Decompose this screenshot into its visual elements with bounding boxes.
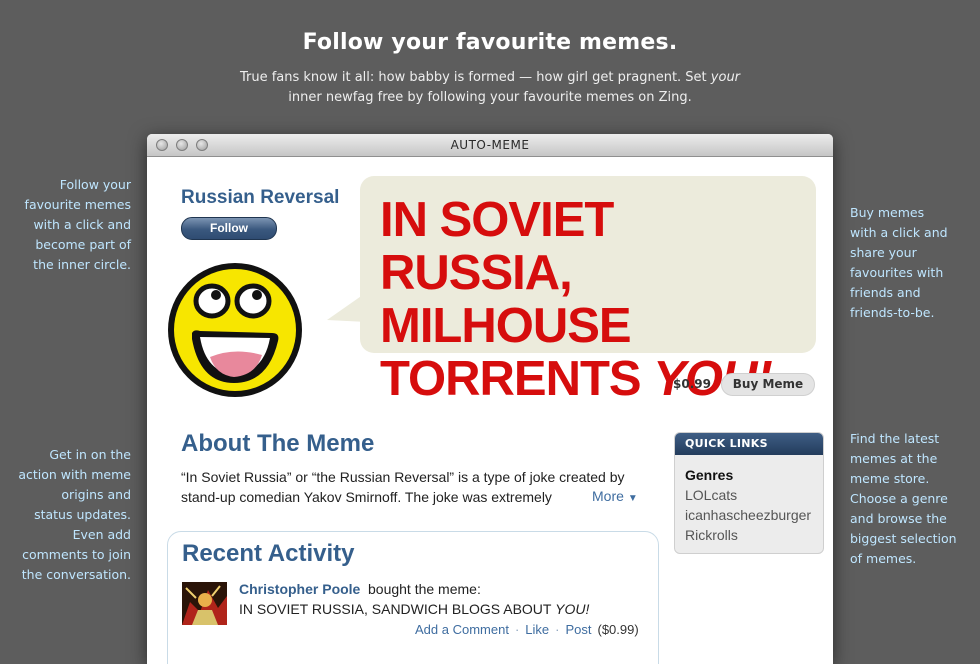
meme-price: $0.99 xyxy=(673,377,711,391)
separator-dot: · xyxy=(555,622,560,637)
buy-meme-button[interactable]: Buy Meme xyxy=(721,373,815,396)
note-line: origins and xyxy=(61,487,131,502)
genre-link-rickrolls[interactable]: Rickrolls xyxy=(685,527,738,543)
about-heading: About The Meme xyxy=(181,430,375,457)
note-line: Follow your xyxy=(59,177,131,192)
note-line: with a click and xyxy=(33,217,131,232)
note-line: biggest selection xyxy=(850,531,957,546)
side-note-buy: Buy memes with a click and share your fa… xyxy=(850,203,948,323)
note-line: share your xyxy=(850,245,917,260)
side-note-follow: Follow your favourite memes with a click… xyxy=(25,175,131,275)
note-line: status updates. xyxy=(34,507,131,522)
follow-button[interactable]: Follow xyxy=(181,217,277,240)
side-note-action: Get in on the action with meme origins a… xyxy=(18,445,131,585)
more-link[interactable]: More ▼ xyxy=(592,488,638,504)
note-line: and browse the xyxy=(850,511,947,526)
side-note-latest: Find the latest memes at the meme store.… xyxy=(850,429,957,569)
note-line: Choose a genre xyxy=(850,491,948,506)
window-titlebar[interactable]: AUTO-MEME xyxy=(147,134,833,157)
like-link[interactable]: Like xyxy=(525,622,549,637)
quick-links-header: QUICK LINKS xyxy=(675,433,823,455)
activity-price: ($0.99) xyxy=(597,622,639,637)
note-line: favourite memes xyxy=(24,197,131,212)
note-line: of memes. xyxy=(850,551,917,566)
caption-line: IN SOVIET RUSSIA, xyxy=(380,193,614,300)
note-line: comments to join xyxy=(22,547,131,562)
quick-links-panel: QUICK LINKS Genres LOLcats icanhascheezb… xyxy=(674,432,824,554)
window-title: AUTO-MEME xyxy=(450,138,530,152)
page-subtitle: True fans know it all: how babby is form… xyxy=(200,68,780,108)
activity-meme-text: IN SOVIET RUSSIA, SANDWICH BLOGS ABOUT xyxy=(239,601,556,617)
activity-heading: Recent Activity xyxy=(182,540,355,567)
note-line: favourites with xyxy=(850,265,944,280)
activity-meme-title: IN SOVIET RUSSIA, SANDWICH BLOGS ABOUT Y… xyxy=(239,601,589,617)
more-label: More xyxy=(592,488,624,504)
awesome-smiley-icon xyxy=(168,263,302,397)
recent-activity-panel: Recent Activity Christopher Poole bought… xyxy=(167,531,659,664)
chevron-down-icon: ▼ xyxy=(627,493,638,504)
activity-meme-emphasis: YOU! xyxy=(555,601,590,617)
note-line: Find the latest xyxy=(850,431,940,446)
caption-line: MILHOUSE xyxy=(380,299,632,353)
note-line: action with meme xyxy=(18,467,131,482)
note-line: memes at the xyxy=(850,451,938,466)
activity-actions: Add a Comment · Like · Post ($0.99) xyxy=(415,622,639,637)
about-text: “In Soviet Russia” or “the Russian Rever… xyxy=(181,469,625,505)
genre-link-icanhascheezburger[interactable]: icanhascheezburger xyxy=(685,507,811,523)
genre-link-lolcats[interactable]: LOLcats xyxy=(685,487,737,503)
note-line: friends and xyxy=(850,285,921,300)
app-window: AUTO-MEME Russian Reversal Follow IN SOV… xyxy=(147,134,833,664)
meme-title: Russian Reversal xyxy=(181,187,340,208)
caption-text: TORRENTS xyxy=(380,352,654,406)
note-line: with a click and xyxy=(850,225,948,240)
subtitle-line1: True fans know it all: how babby is form… xyxy=(239,70,711,85)
speech-bubble: IN SOVIET RUSSIA, MILHOUSE TORRENTS YOU! xyxy=(360,176,816,406)
subtitle-line2: inner newfag free by following your favo… xyxy=(288,90,692,105)
note-line: the conversation. xyxy=(21,567,131,582)
activity-user-link[interactable]: Christopher Poole xyxy=(239,581,360,597)
genres-heading: Genres xyxy=(685,467,734,483)
note-line: meme store. xyxy=(850,471,930,486)
note-line: the inner circle. xyxy=(33,257,131,272)
note-line: Even add xyxy=(72,527,131,542)
separator-dot: · xyxy=(514,622,520,637)
add-comment-link[interactable]: Add a Comment xyxy=(415,622,509,637)
post-link[interactable]: Post xyxy=(565,622,591,637)
note-line: Buy memes xyxy=(850,205,925,220)
note-line: Get in on the xyxy=(49,447,131,462)
page-headline: Follow your favourite memes. xyxy=(302,30,678,55)
avatar[interactable] xyxy=(182,582,227,625)
activity-verb: bought the meme: xyxy=(368,581,481,597)
subtitle-emphasis: your xyxy=(710,70,741,85)
note-line: become part of xyxy=(35,237,131,252)
note-line: friends-to-be. xyxy=(850,305,935,320)
avatar-image-icon xyxy=(182,582,227,625)
